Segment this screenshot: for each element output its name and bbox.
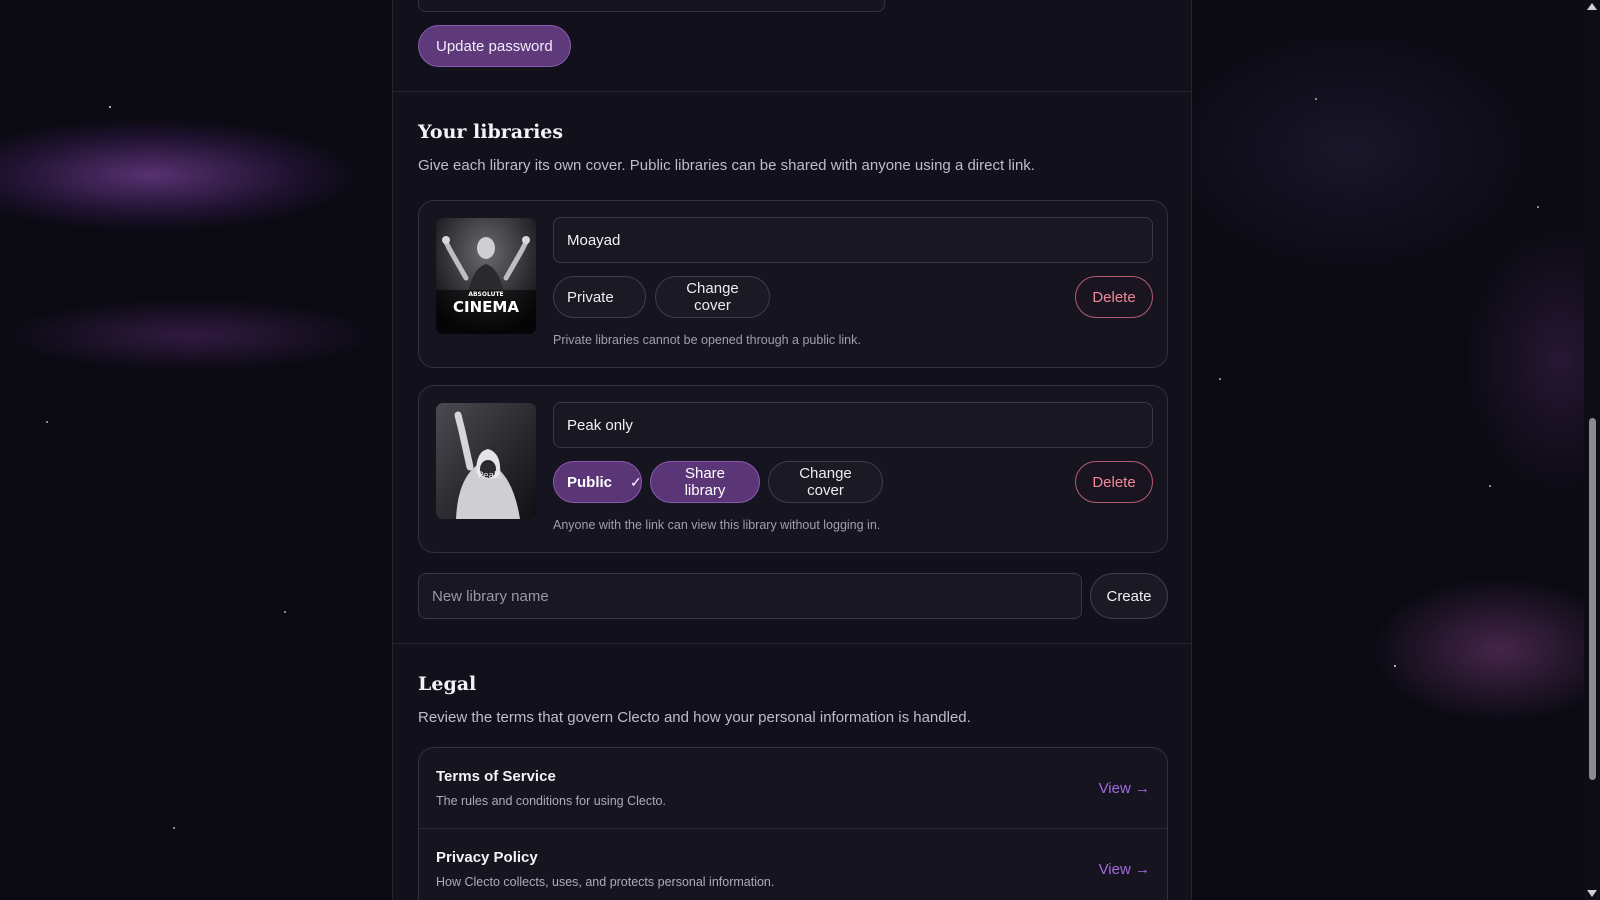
library-name-input[interactable]: Moayad <box>553 217 1153 263</box>
library-visibility-hint: Private libraries cannot be opened throu… <box>553 333 861 347</box>
library-name-input[interactable]: Peak only <box>553 402 1153 448</box>
star-decoration <box>46 421 48 423</box>
view-privacy-link[interactable]: View → <box>1099 861 1150 878</box>
create-library-button[interactable]: Create <box>1090 573 1168 619</box>
settings-panel: Update password Your libraries Give each… <box>392 0 1192 900</box>
check-icon: ✓ <box>630 473 642 490</box>
visibility-label: Public <box>567 473 613 491</box>
delete-library-button[interactable]: Delete <box>1075 276 1153 318</box>
legal-links-card: Terms of Service The rules and condition… <box>418 747 1168 900</box>
cover-text-big: CINEMA <box>453 298 519 316</box>
star-decoration <box>1394 665 1396 667</box>
legal-item-subtitle: The rules and conditions for using Clect… <box>436 794 666 808</box>
privacy-policy-row: Privacy Policy How Clecto collects, uses… <box>419 828 1167 900</box>
peak-cover-art: Peak. <box>436 403 536 519</box>
library-card: Peak. Peak only Public ✓ Share library C… <box>418 385 1168 553</box>
scroll-down-icon[interactable] <box>1587 890 1597 897</box>
change-cover-button[interactable]: Change cover <box>655 276 770 318</box>
cover-text: Peak. <box>478 471 502 481</box>
update-password-button[interactable]: Update password <box>418 25 571 67</box>
legal-item-title: Privacy Policy <box>436 849 538 866</box>
scroll-up-icon[interactable] <box>1587 3 1597 10</box>
star-decoration <box>284 611 286 613</box>
star-decoration <box>173 827 175 829</box>
star-decoration <box>1219 378 1221 380</box>
visibility-public-toggle[interactable]: Public ✓ <box>553 461 642 503</box>
terms-of-service-row: Terms of Service The rules and condition… <box>419 748 1167 828</box>
section-divider <box>393 643 1191 644</box>
library-cover-image: ABSOLUTE CINEMA <box>436 218 536 334</box>
legal-section-title: Legal <box>418 673 477 695</box>
new-library-name-input[interactable] <box>418 573 1082 619</box>
cover-text-small: ABSOLUTE <box>468 291 503 298</box>
delete-library-button[interactable]: Delete <box>1075 461 1153 503</box>
star-decoration <box>1315 98 1317 100</box>
star-decoration <box>1489 485 1491 487</box>
legal-item-subtitle: How Clecto collects, uses, and protects … <box>436 875 775 889</box>
libraries-section-title: Your libraries <box>418 121 564 143</box>
libraries-section-description: Give each library its own cover. Public … <box>418 157 1035 174</box>
scrollbar-thumb[interactable] <box>1589 418 1596 780</box>
page-scrollbar[interactable] <box>1584 0 1600 900</box>
cinema-cover-art: ABSOLUTE CINEMA <box>436 218 536 334</box>
change-cover-button[interactable]: Change cover <box>768 461 883 503</box>
library-card: ABSOLUTE CINEMA Moayad Private Change co… <box>418 200 1168 368</box>
share-library-button[interactable]: Share library <box>650 461 760 503</box>
password-field-partial[interactable] <box>418 0 885 12</box>
section-divider <box>393 91 1191 92</box>
library-cover-image: Peak. <box>436 403 536 519</box>
view-terms-link[interactable]: View → <box>1099 780 1150 797</box>
legal-item-title: Terms of Service <box>436 768 556 785</box>
star-decoration <box>1537 206 1539 208</box>
visibility-private-toggle[interactable]: Private <box>553 276 646 318</box>
library-visibility-hint: Anyone with the link can view this libra… <box>553 518 881 532</box>
legal-section-description: Review the terms that govern Clecto and … <box>418 709 971 726</box>
star-decoration <box>109 106 111 108</box>
